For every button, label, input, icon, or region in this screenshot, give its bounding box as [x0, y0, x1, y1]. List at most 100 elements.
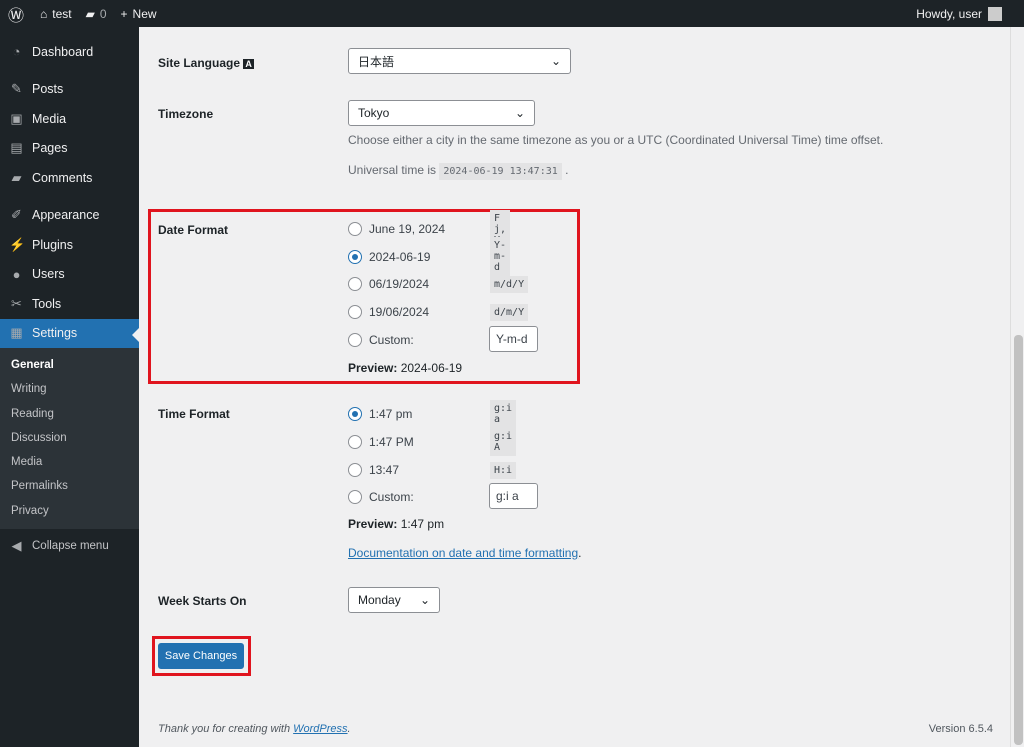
- timezone-label: Timezone: [158, 107, 214, 121]
- sidebar-item-label: Dashboard: [32, 44, 94, 59]
- timezone-select[interactable]: Tokyo ⌄: [348, 100, 535, 126]
- submenu-item-reading[interactable]: Reading: [0, 402, 139, 426]
- time-format-option[interactable]: 13:47 H:i: [348, 461, 517, 479]
- time-format-option[interactable]: 1:47 pm g:i a: [348, 400, 517, 428]
- sidebar-item-users[interactable]: ● Users: [0, 260, 139, 290]
- time-format-custom-input[interactable]: g:i a: [489, 483, 538, 509]
- media-icon: ▣: [10, 110, 23, 126]
- settings-submenu: General Writing Reading Discussion Media Perm…: [0, 348, 139, 530]
- universal-time: Universal time is 2024-06-19 13:47:31 .: [348, 163, 568, 180]
- option-label: 06/19/2024: [369, 277, 430, 292]
- submenu-item-writing[interactable]: Writing: [0, 377, 139, 401]
- time-format-option[interactable]: 1:47 PM g:i A: [348, 428, 517, 456]
- submenu-item-media[interactable]: Media: [0, 450, 139, 474]
- site-name-link[interactable]: ⌂ test: [40, 7, 72, 21]
- wrench-icon: ✂: [11, 295, 22, 311]
- pin-icon: ✎: [11, 81, 22, 97]
- date-format-option[interactable]: 06/19/2024 m/d/Y: [348, 275, 529, 293]
- comments-link[interactable]: ▰ 0: [86, 7, 107, 21]
- site-language-select[interactable]: 日本語 ⌄: [348, 48, 571, 74]
- doc-link-row: Documentation on date and time formattin…: [348, 546, 582, 560]
- dashboard-icon: ◔: [12, 44, 21, 60]
- time-format-custom[interactable]: Custom: g:i a: [348, 483, 538, 509]
- documentation-link[interactable]: Documentation on date and time formattin…: [348, 546, 578, 560]
- option-label: 2024-06-19: [369, 249, 431, 264]
- sidebar-item-label: Users: [32, 267, 65, 282]
- sidebar-item-appearance[interactable]: ✐ Appearance: [0, 201, 139, 231]
- admin-sidebar: ◔ Dashboard ✎ Posts ▣ Media ▤ Pages ▰ Comments ✐ Ap…: [0, 27, 139, 747]
- plus-icon: +: [120, 6, 128, 21]
- sidebar-item-settings[interactable]: ▦ Settings: [0, 318, 139, 348]
- custom-label: Custom:: [369, 333, 414, 347]
- option-label: 13:47: [369, 463, 400, 477]
- user-icon: ●: [12, 266, 21, 282]
- date-format-custom-input[interactable]: Y-m-d: [489, 326, 538, 352]
- sidebar-item-label: Appearance: [32, 208, 100, 223]
- submenu-item-privacy[interactable]: Privacy: [0, 499, 139, 523]
- date-format-custom[interactable]: Custom: Y-m-d: [348, 326, 538, 352]
- pages-icon: ▤: [10, 140, 23, 156]
- save-changes-button[interactable]: Save Changes: [158, 643, 244, 669]
- sidebar-item-media[interactable]: ▣ Media: [0, 104, 139, 134]
- time-format-radio[interactable]: [348, 435, 362, 449]
- new-label: New: [132, 6, 157, 21]
- option-label: 1:47 PM: [369, 435, 414, 449]
- scrollbar-thumb[interactable]: [1014, 335, 1023, 745]
- sidebar-item-plugins[interactable]: ⚡ Plugins: [0, 230, 139, 260]
- translate-icon: A: [243, 59, 254, 69]
- time-format-radio[interactable]: [348, 463, 362, 477]
- sidebar-item-label: Media: [32, 111, 67, 126]
- time-preview: Preview: 1:47 pm: [348, 517, 445, 531]
- sidebar-item-pages[interactable]: ▤ Pages: [0, 134, 139, 164]
- version: Version 6.5.4: [928, 723, 993, 735]
- scrollbar[interactable]: [1010, 27, 1024, 747]
- site-language-label: Site Language A: [158, 56, 254, 70]
- date-format-option[interactable]: 2024-06-19 Y-m-d: [348, 237, 511, 277]
- date-preview: Preview: 2024-06-19: [348, 361, 463, 375]
- sidebar-item-tools[interactable]: ✂ Tools: [0, 289, 139, 319]
- collapse-label: Collapse menu: [32, 539, 109, 552]
- wordpress-link[interactable]: WordPress: [293, 723, 347, 735]
- format-code: d/m/Y: [490, 303, 529, 321]
- admin-bar: Ⓦ ⌂ test ▰ 0 + New Howdy, user: [0, 0, 1024, 27]
- submenu-item-permalinks[interactable]: Permalinks: [0, 474, 139, 498]
- date-format-option[interactable]: June 19, 2024F j, Y: [348, 209, 511, 249]
- sidebar-item-comments[interactable]: ▰ Comments: [0, 163, 139, 193]
- sidebar-item-posts[interactable]: ✎ Posts: [0, 75, 139, 105]
- submenu-item-general[interactable]: General: [0, 353, 139, 377]
- timezone-description: Choose either a city in the same timezon…: [348, 133, 884, 147]
- date-format-radio[interactable]: [348, 249, 362, 264]
- option-label: 19/06/2024: [369, 305, 430, 320]
- format-code: H:i: [490, 461, 517, 479]
- week-starts-select[interactable]: Monday ⌄: [348, 587, 440, 613]
- wordpress-logo-icon[interactable]: Ⓦ: [8, 2, 24, 26]
- collapse-menu-button[interactable]: ◀ Collapse menu: [0, 531, 139, 561]
- date-format-radio[interactable]: [348, 333, 362, 347]
- date-format-option[interactable]: 19/06/2024 d/m/Y: [348, 303, 529, 321]
- sidebar-item-label: Pages: [32, 141, 68, 156]
- comment-count: 0: [99, 6, 107, 21]
- date-format-radio[interactable]: [348, 305, 362, 320]
- date-format-label: Date Format: [158, 223, 229, 237]
- format-code: g:i A: [490, 428, 517, 456]
- time-format-label: Time Format: [158, 407, 230, 421]
- site-name: test: [52, 6, 72, 21]
- sidebar-item-label: Posts: [32, 82, 64, 97]
- account-menu[interactable]: Howdy, user: [916, 6, 1002, 21]
- time-format-radio[interactable]: [348, 407, 362, 421]
- chevron-down-icon: ⌄: [514, 106, 525, 120]
- sidebar-item-label: Plugins: [32, 237, 73, 252]
- format-code: Y-m-d: [490, 237, 511, 277]
- new-content-link[interactable]: + New: [121, 7, 157, 21]
- sidebar-item-label: Comments: [32, 170, 93, 185]
- footer-thanks: Thank you for creating with WordPress.: [158, 723, 351, 735]
- home-icon: ⌂: [40, 6, 48, 21]
- submenu-item-discussion[interactable]: Discussion: [0, 426, 139, 450]
- date-format-radio[interactable]: [348, 277, 362, 292]
- sidebar-item-dashboard[interactable]: ◔ Dashboard: [0, 37, 139, 67]
- comment-icon: ▰: [85, 6, 95, 21]
- time-format-radio[interactable]: [348, 490, 362, 504]
- sidebar-item-label: Settings: [32, 326, 78, 341]
- date-format-radio[interactable]: [348, 222, 362, 236]
- collapse-icon: ◀: [11, 537, 22, 553]
